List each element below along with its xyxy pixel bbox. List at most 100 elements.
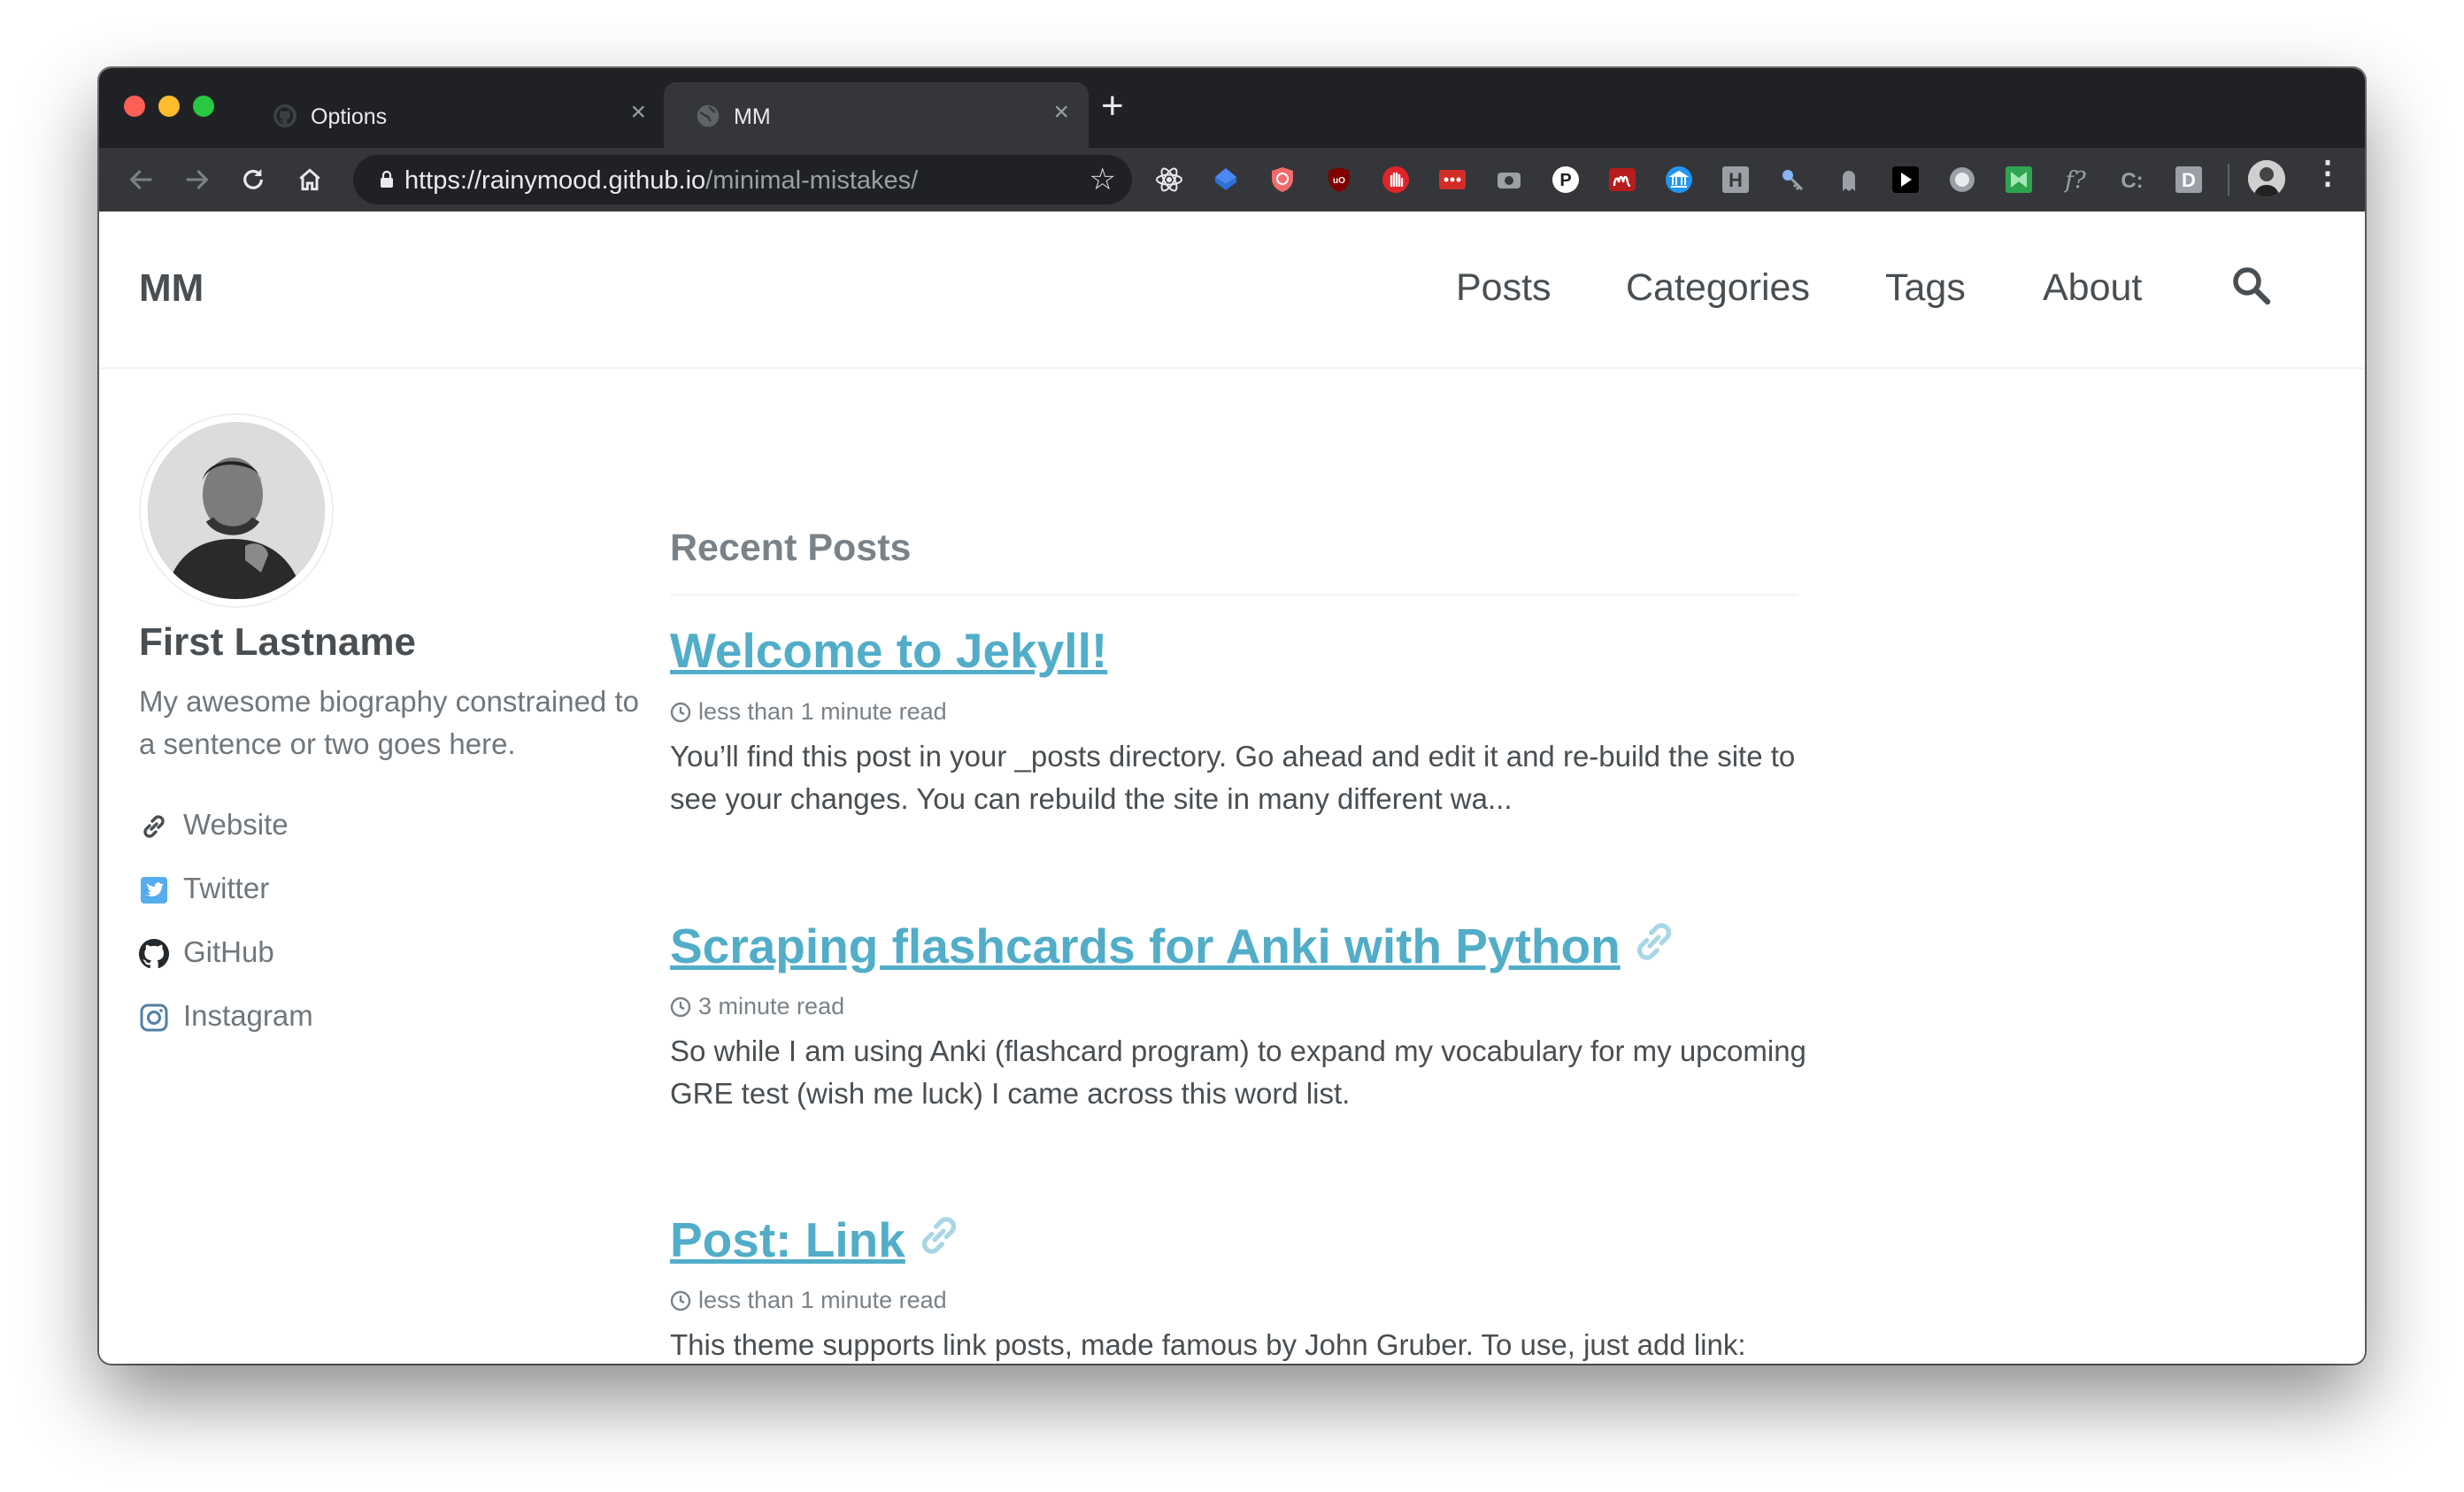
post-title-link[interactable]: Post: Link — [670, 1211, 905, 1268]
minimize-window-button[interactable] — [158, 96, 180, 117]
globe-icon — [697, 104, 720, 127]
nav-link-posts[interactable]: Posts — [1456, 266, 1552, 310]
url-path: /minimal-mistakes/ — [705, 166, 919, 195]
library-icon[interactable] — [1664, 165, 1694, 195]
post-read-time: 3 minute read — [670, 993, 844, 1020]
search-icon[interactable] — [2230, 265, 2273, 307]
post-item: Post: Link less than 1 minute read This … — [670, 1211, 1821, 1361]
svg-text:D: D — [2182, 169, 2196, 191]
reload-icon — [243, 169, 263, 189]
github-icon — [139, 939, 169, 969]
author-link-label: Website — [183, 808, 289, 841]
nav-link-tags[interactable]: Tags — [1885, 266, 1966, 310]
user-photo-icon — [2248, 160, 2285, 197]
home-icon — [299, 168, 320, 191]
post-read-time: less than 1 minute read — [670, 1287, 947, 1314]
back-button[interactable] — [120, 158, 163, 201]
instagram-icon — [140, 1004, 168, 1032]
post-item: Welcome to Jekyll! less than 1 minute re… — [670, 622, 1821, 815]
clock-icon — [670, 1290, 691, 1311]
code-icon[interactable]: C: — [2117, 165, 2147, 195]
toolbar-separator — [2228, 164, 2229, 196]
url-host: https://rainymood.github.io — [404, 166, 706, 195]
post-item: Scraping flashcards for Anki with Python… — [670, 917, 1821, 1110]
url-text: https://rainymood.github.io/minimal-mist… — [404, 166, 918, 196]
post-title-link[interactable]: Welcome to Jekyll! — [670, 622, 1107, 679]
author-photo — [148, 422, 325, 599]
react-devtools-icon[interactable] — [1154, 165, 1184, 195]
author-link-label: Twitter — [183, 872, 270, 904]
bookmark-icon[interactable] — [2004, 165, 2034, 195]
permalink-icon[interactable] — [914, 1211, 964, 1260]
key-icon[interactable] — [1777, 165, 1807, 195]
post-excerpt: So while I am using Anki (flashcard prog… — [670, 1034, 1806, 1110]
formula-icon[interactable]: f? — [2060, 165, 2091, 195]
circle-icon[interactable] — [1947, 165, 1977, 195]
author-link-label: GitHub — [183, 935, 274, 968]
svg-text:C:: C: — [2121, 169, 2143, 193]
profile-avatar[interactable] — [2248, 160, 2285, 197]
bookmark-star-icon[interactable]: ☆ — [1090, 162, 1116, 197]
arrow-right-icon — [186, 169, 209, 190]
ublock-icon[interactable]: uO — [1324, 165, 1354, 195]
post-read-time: less than 1 minute read — [670, 698, 947, 726]
link-icon — [143, 815, 165, 838]
svg-text:H: H — [1729, 169, 1743, 191]
recent-posts-heading: Recent Posts — [670, 527, 912, 569]
clock-icon — [670, 996, 691, 1018]
d-icon[interactable]: D — [2174, 165, 2204, 195]
site-title[interactable]: MM — [139, 266, 204, 311]
svg-text:P: P — [1559, 171, 1571, 190]
browser-window: Options × MM × + https://rainymood.githu… — [99, 68, 2365, 1364]
pinboard-icon[interactable]: P — [1551, 165, 1581, 195]
tab-strip: Options × MM × + — [99, 68, 2365, 148]
shield-icon[interactable] — [1267, 165, 1297, 195]
stop-hand-icon[interactable] — [1381, 165, 1411, 195]
close-tab-icon[interactable]: × — [630, 99, 646, 126]
github-icon — [273, 104, 297, 128]
address-bar[interactable]: https://rainymood.github.io/minimal-mist… — [353, 155, 1132, 204]
clock-icon — [670, 702, 691, 723]
nav-link-categories[interactable]: Categories — [1626, 266, 1810, 310]
arrow-left-icon — [129, 169, 152, 190]
forward-button[interactable] — [175, 158, 218, 201]
read-time-text: 3 minute read — [698, 993, 845, 1019]
ghost-icon[interactable] — [1834, 165, 1864, 195]
masthead: MM Posts Categories Tags About — [99, 211, 2365, 369]
author-name: First Lastname — [139, 620, 416, 664]
tab-title: Options — [311, 104, 388, 129]
tab-mm[interactable]: MM × — [664, 82, 1089, 148]
svg-text:uO: uO — [1333, 176, 1345, 186]
mendeley-icon[interactable] — [1607, 165, 1637, 195]
menu-kebab-icon[interactable]: ⋮ — [2312, 157, 2344, 188]
author-bio: My awesome biography constrained to a se… — [139, 685, 639, 760]
lock-icon — [381, 171, 393, 188]
heading-divider — [670, 594, 1798, 596]
nav-link-about[interactable]: About — [2043, 266, 2142, 310]
new-tab-button[interactable]: + — [1101, 87, 1124, 126]
tab-title: MM — [734, 104, 771, 129]
web-page: MM Posts Categories Tags About First Las… — [99, 211, 2365, 1364]
post-excerpt: You’ll find this post in your _posts dir… — [670, 740, 1796, 815]
browser-toolbar: https://rainymood.github.io/minimal-mist… — [99, 148, 2365, 211]
play-icon[interactable] — [1890, 165, 1921, 195]
author-link-label: Instagram — [183, 999, 313, 1032]
twitter-icon — [141, 877, 167, 904]
read-time-text: less than 1 minute read — [698, 1287, 947, 1313]
svg-text:f?: f? — [2063, 167, 2087, 194]
post-excerpt: This theme supports link posts, made fam… — [670, 1328, 1746, 1361]
author-avatar — [139, 413, 334, 608]
close-window-button[interactable] — [124, 96, 145, 117]
permalink-icon[interactable] — [1629, 917, 1679, 966]
maximize-window-button[interactable] — [193, 96, 214, 117]
home-button[interactable] — [289, 158, 331, 201]
tab-options[interactable]: Options × — [241, 82, 666, 148]
blue-badge-icon[interactable] — [1211, 165, 1241, 195]
reload-button[interactable] — [232, 158, 274, 201]
camera-icon[interactable] — [1494, 165, 1524, 195]
close-tab-icon[interactable]: × — [1053, 99, 1069, 126]
read-time-text: less than 1 minute read — [698, 698, 947, 725]
h-icon[interactable]: H — [1721, 165, 1751, 195]
lastpass-icon[interactable] — [1437, 165, 1467, 195]
post-title-link[interactable]: Scraping flashcards for Anki with Python — [670, 918, 1621, 974]
